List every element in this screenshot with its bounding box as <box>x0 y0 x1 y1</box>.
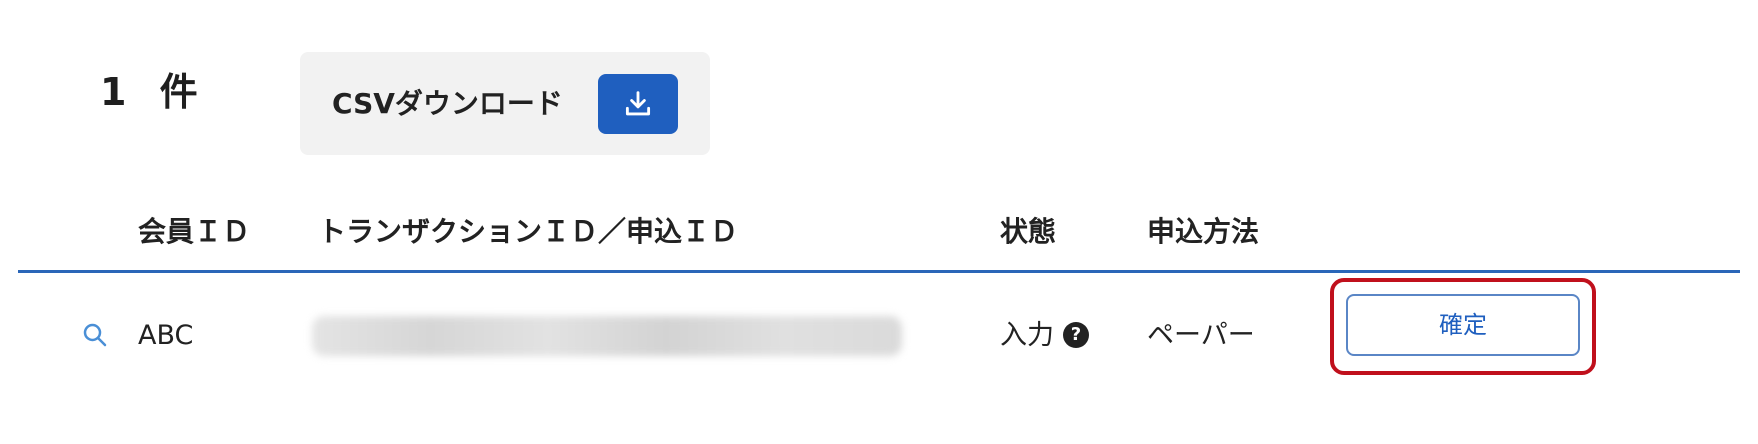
column-header-transaction-id: トランザクションＩＤ／申込ＩＤ <box>318 215 739 248</box>
row-detail-search[interactable] <box>80 320 110 350</box>
download-icon <box>625 91 651 116</box>
column-header-member-id: 会員ＩＤ <box>138 215 251 248</box>
cell-transaction-id-redacted <box>312 316 902 356</box>
csv-download-button[interactable] <box>598 74 678 134</box>
search-icon <box>83 323 107 347</box>
column-header-status: 状態 <box>1000 215 1057 248</box>
csv-download-panel: CSVダウンロード <box>300 52 710 155</box>
cell-member-id: ABC <box>138 320 194 351</box>
question-circle-icon[interactable]: ? <box>1063 322 1089 348</box>
cell-method: ペーパー <box>1147 320 1255 351</box>
application-list-page: 1 件 CSVダウンロード 会員ＩＤ トランザクションＩＤ／申込ＩＤ 状態 申込… <box>0 0 1758 444</box>
cell-status: 入力 <box>1000 320 1054 351</box>
column-header-method: 申込方法 <box>1147 215 1260 248</box>
csv-download-label: CSVダウンロード <box>332 87 563 120</box>
result-count: 1 件 <box>100 70 208 114</box>
table-header-divider <box>18 270 1740 273</box>
confirm-button[interactable]: 確定 <box>1346 294 1580 356</box>
